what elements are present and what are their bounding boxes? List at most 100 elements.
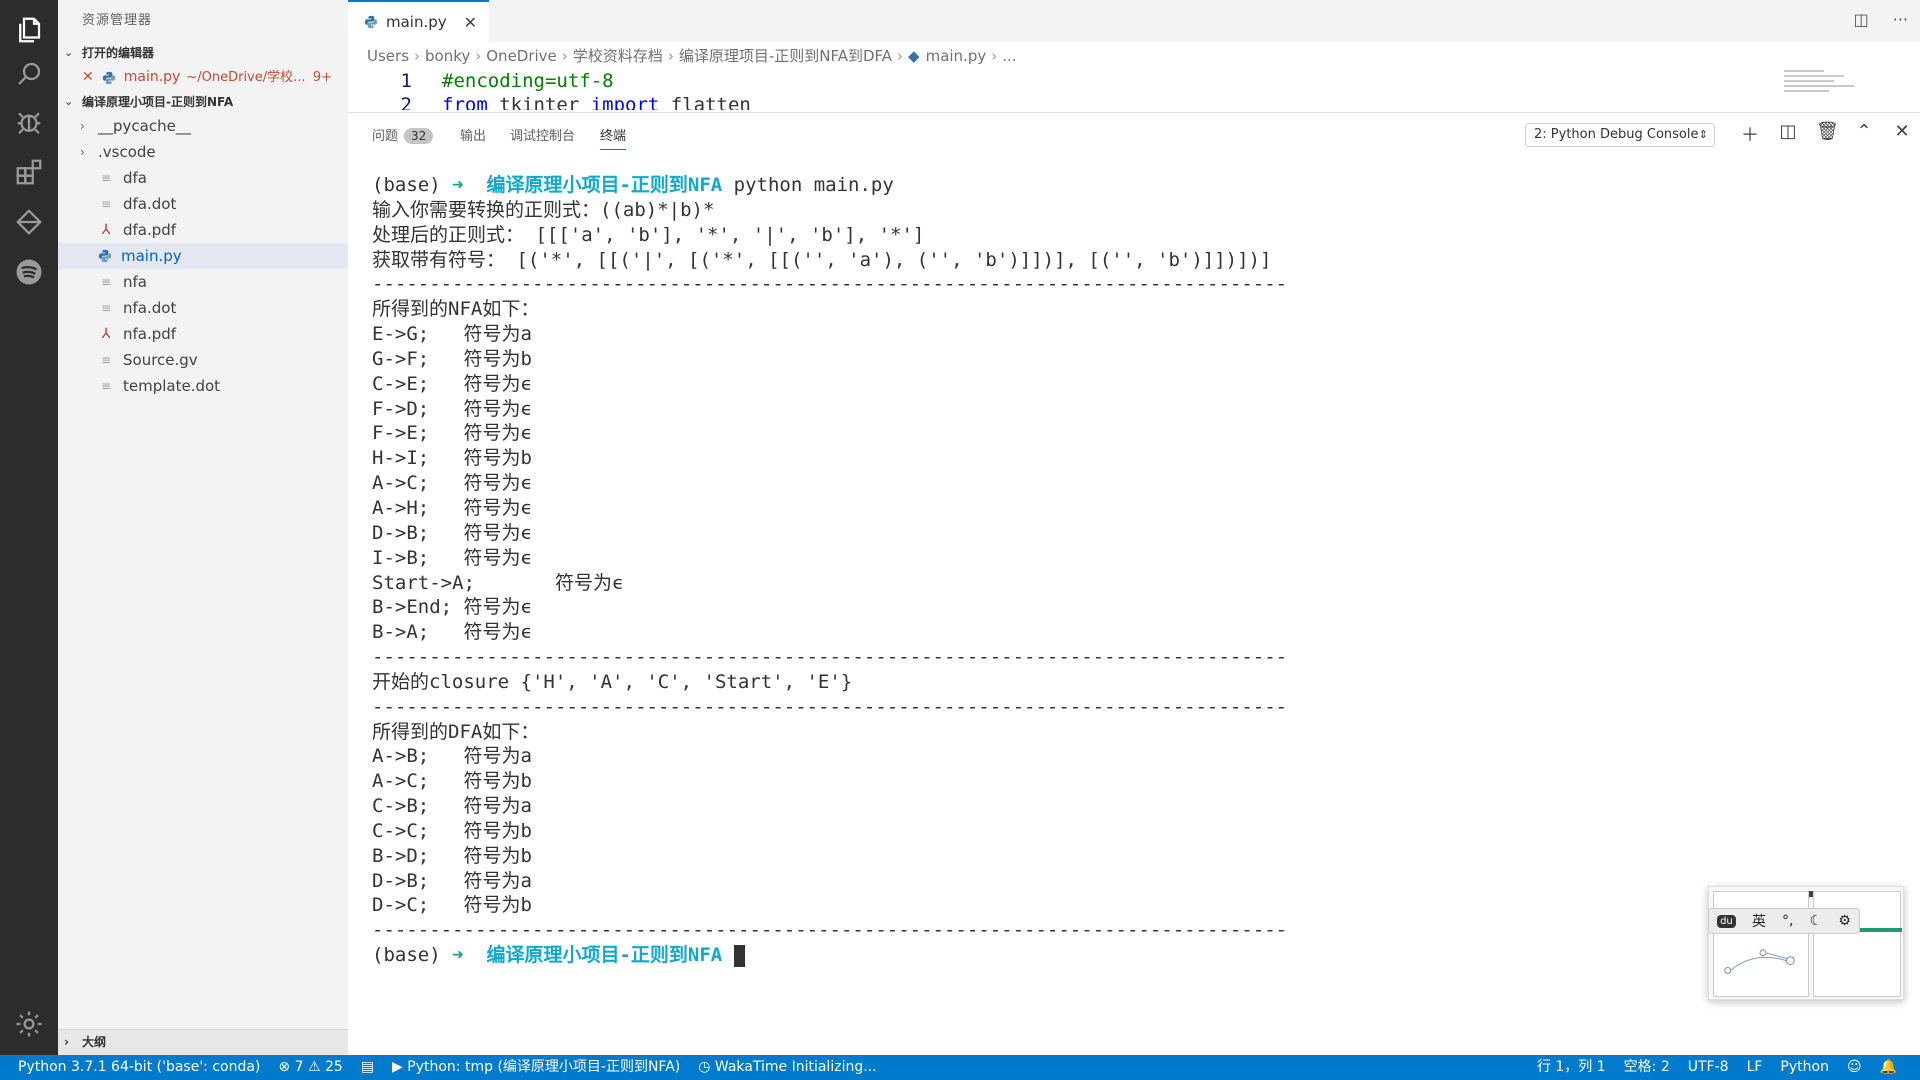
tab-output[interactable]: 输出 [460, 125, 486, 144]
feedback-smiley-icon[interactable]: ☺ [1838, 1055, 1871, 1080]
remote-explorer-icon[interactable] [13, 206, 45, 238]
prompt-directory: 编译原理小项目-正则到NFA [486, 174, 723, 196]
gear-icon[interactable]: ⚙ [1838, 913, 1851, 929]
indentation[interactable]: 空格: 2 [1615, 1055, 1679, 1080]
dfa-edge: C->C; 符号为b [372, 819, 532, 842]
more-actions-icon[interactable]: ··· [1893, 10, 1908, 29]
line-number: 1 [400, 70, 412, 92]
breadcrumb-item[interactable]: Users [367, 47, 409, 65]
breadcrumb-item[interactable]: 编译原理项目-正则到NFA到DFA [679, 47, 892, 65]
notification-bell-icon[interactable]: 🔔 [1871, 1055, 1906, 1080]
prompt-directory: 编译原理小项目-正则到NFA [486, 944, 723, 967]
open-editor-main-py[interactable]: ✕ main.py ~/OneDrive/学校... 9+ [58, 64, 348, 91]
dfa-edge: A->C; 符号为b [372, 770, 532, 793]
tree-file-dfa-pdf[interactable]: ⅄ dfa.pdf [58, 217, 348, 243]
tab-problems[interactable]: 问题 32 [372, 125, 434, 144]
nfa-edge: B->A; 符号为ϵ [372, 621, 532, 644]
split-terminal-icon[interactable]: ◫ [1778, 121, 1798, 147]
thumbnail-left-pane [1713, 891, 1809, 997]
close-icon[interactable]: ✕ [82, 64, 94, 91]
new-terminal-icon[interactable]: ＋ [1740, 121, 1760, 147]
file-encoding[interactable]: UTF-8 [1679, 1055, 1738, 1080]
window-thumbnail-preview[interactable] [1708, 886, 1904, 1000]
close-icon[interactable]: ✕ [464, 13, 477, 32]
breadcrumb-item[interactable]: ... [1002, 47, 1016, 65]
nfa-edge: F->E; 符号为ϵ [372, 422, 532, 445]
search-icon[interactable] [13, 58, 45, 90]
tree-file-main-py[interactable]: main.py [58, 243, 348, 269]
spotify-icon[interactable] [13, 256, 45, 288]
python-interpreter[interactable]: Python 3.7.1 64-bit ('base': conda) [0, 1055, 269, 1080]
maximize-panel-icon[interactable]: ⌃ [1854, 121, 1874, 147]
tree-file-nfa[interactable]: ≡ nfa [58, 269, 348, 295]
ime-toolbar[interactable]: du 英 °, ☾ ⚙ [1708, 908, 1860, 934]
breadcrumb-item[interactable]: bonky [425, 47, 470, 65]
open-editors-section[interactable]: ⌄ 打开的编辑器 [58, 42, 348, 64]
tree-file-dfa[interactable]: ≡ dfa [58, 165, 348, 191]
status-bar: Python 3.7.1 64-bit ('base': conda) ⊗ 7 … [0, 1055, 1920, 1080]
breadcrumb-item[interactable]: 学校资料存档 [573, 47, 663, 65]
tab-main-py[interactable]: main.py ✕ [348, 0, 489, 42]
extensions-icon[interactable] [13, 156, 45, 188]
panel-tabs: 问题 32 输出 调试控制台 终端 2: Python Debug Console… [348, 113, 1920, 159]
tree-file-template-dot[interactable]: ≡ template.dot [58, 373, 348, 399]
open-editor-path: ~/OneDrive/学校... [186, 70, 306, 85]
close-panel-icon[interactable]: ✕ [1892, 121, 1912, 147]
tree-file-nfa-pdf[interactable]: ⅄ nfa.pdf [58, 321, 348, 347]
tab-debug-console[interactable]: 调试控制台 [510, 125, 575, 144]
error-count: 7 [294, 1059, 304, 1075]
debug-icon[interactable] [13, 106, 45, 138]
run-target[interactable]: ▶ Python: tmp (编译原理小项目-正则到NFA) [383, 1055, 689, 1080]
tree-folder-vscode[interactable]: › .vscode [58, 139, 348, 165]
run-file-icon[interactable]: ▤ [352, 1055, 383, 1080]
breadcrumb: Users › bonky › OneDrive › 学校资料存档 › 编译原理项目-正则到NF… [348, 42, 1920, 70]
python-file-icon [364, 15, 378, 29]
tree-folder-pycache[interactable]: › __pycache__ [58, 113, 348, 139]
activity-bar [0, 0, 58, 1055]
ime-punctuation-toggle[interactable]: °, [1782, 913, 1793, 929]
prompt-arrow: ➜ [452, 944, 464, 967]
chevron-right-icon: › [64, 1035, 69, 1049]
chevron-down-icon: ⌄ [64, 95, 74, 108]
cursor-position[interactable]: 行 1，列 1 [1528, 1055, 1615, 1080]
nfa-edge: E->G; 符号为a [372, 323, 532, 346]
wakatime-status[interactable]: ◷ WakaTime Initializing... [689, 1055, 885, 1080]
clock-icon: ◷ [698, 1059, 711, 1075]
terminal-divider: ----------------------------------------… [372, 919, 1288, 942]
chevron-down-icon: ⌄ [64, 46, 74, 59]
code-editor[interactable]: 1 #encoding=utf-8 2 from tkinter import … [348, 70, 1920, 110]
tab-terminal[interactable]: 终端 [600, 125, 627, 150]
tree-file-source-gv[interactable]: ≡ Source.gv [58, 347, 348, 373]
terminal-output[interactable]: (base) ➜ 编译原理小项目-正则到NFA python main.py 输… [372, 173, 1287, 968]
breadcrumb-item[interactable]: main.py [926, 47, 987, 65]
trash-icon[interactable]: 🗑 [1816, 121, 1839, 147]
language-mode[interactable]: Python [1771, 1055, 1838, 1080]
end-of-line[interactable]: LF [1738, 1055, 1772, 1080]
chevron-right-icon: › [897, 47, 904, 65]
settings-gear-icon[interactable] [13, 1008, 45, 1040]
terminal-select[interactable]: 2: Python Debug Console ⇕ [1525, 123, 1715, 147]
file-icon: ≡ [100, 275, 112, 289]
tree-item-label: dfa.dot [123, 195, 177, 213]
chevron-right-icon: › [80, 119, 85, 133]
project-section[interactable]: ⌄ 编译原理小项目-正则到NFA [58, 91, 348, 113]
tree-file-dfa-dot[interactable]: ≡ dfa.dot [58, 191, 348, 217]
wakatime-label: WakaTime Initializing... [714, 1059, 877, 1075]
breadcrumb-item[interactable]: OneDrive [486, 47, 557, 65]
ime-language-toggle[interactable]: 英 [1752, 911, 1766, 931]
outline-section[interactable]: › 大纲 [58, 1029, 348, 1055]
dfa-edge: B->D; 符号为b [372, 844, 532, 867]
explorer-icon[interactable] [13, 14, 45, 46]
split-editor-icon[interactable]: ◫ [1854, 10, 1869, 29]
moon-icon[interactable]: ☾ [1810, 913, 1823, 929]
problems-indicator[interactable]: ⊗ 7 ⚠ 25 [269, 1055, 351, 1080]
chevron-right-icon: › [991, 47, 998, 65]
terminal-cursor [733, 944, 745, 967]
tree-item-label: nfa.dot [123, 299, 177, 317]
tree-file-nfa-dot[interactable]: ≡ nfa.dot [58, 295, 348, 321]
python-file-icon: ◆ [908, 47, 920, 65]
minimap[interactable] [1784, 70, 1864, 110]
chevron-right-icon: › [80, 145, 85, 159]
tab-problems-label: 问题 [372, 129, 399, 144]
closure-line: 开始的closure {'H', 'A', 'C', 'Start', 'E'} [372, 670, 853, 693]
